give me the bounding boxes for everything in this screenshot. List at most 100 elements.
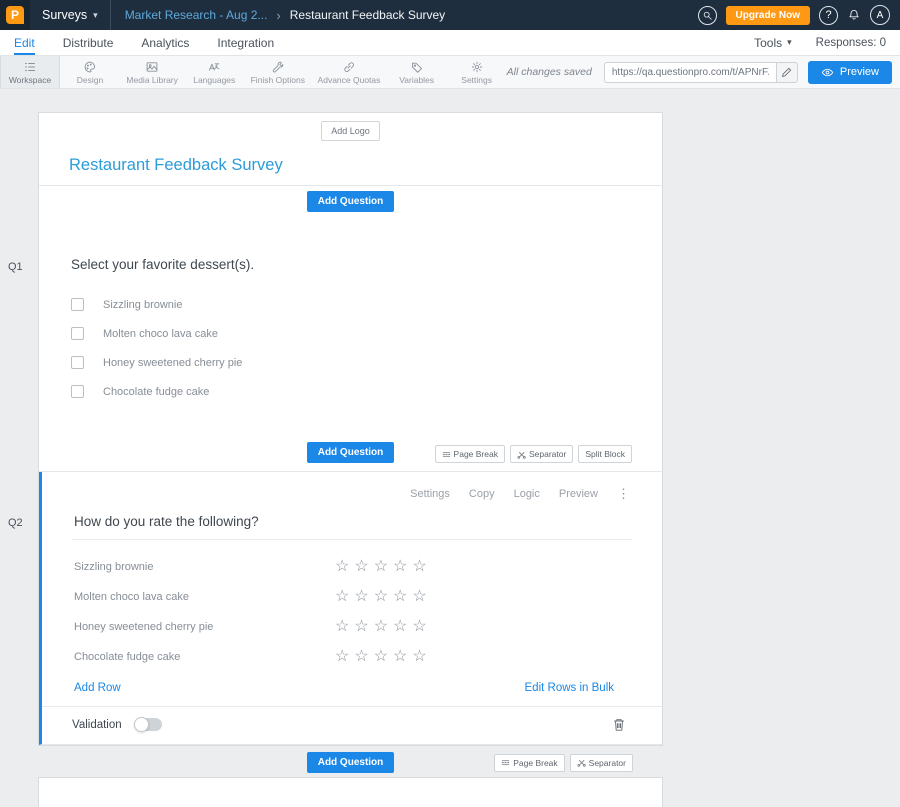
add-row-link[interactable]: Add Row [74,682,121,694]
star-icon[interactable]: ☆ [412,649,426,665]
delete-question-trash-icon[interactable] [612,717,626,732]
star-rating: ☆ ☆ ☆ ☆ ☆ [335,559,427,575]
star-icon[interactable]: ☆ [335,619,349,635]
surveys-label: Surveys [42,8,87,22]
star-icon[interactable]: ☆ [412,619,426,635]
question-preview-button[interactable]: Preview [559,488,598,500]
tab-integration[interactable]: Integration [217,30,274,55]
separator-icon [517,450,526,459]
checkbox-option[interactable]: Chocolate fudge cake [71,384,630,399]
questionpro-logo[interactable]: P [0,0,30,30]
validation-toggle[interactable] [135,718,162,731]
star-icon[interactable]: ☆ [335,649,349,665]
chevron-down-icon: ▾ [787,37,792,48]
option-label: Molten choco lava cake [103,328,218,340]
separator-button[interactable]: Separator [510,445,573,463]
page-break-icon [442,450,451,459]
q1-options: Sizzling brownie Molten choco lava cake … [39,297,662,399]
responses-count[interactable]: Responses: 0 [816,30,886,55]
rating-row: Honey sweetened cherry pie ☆☆☆☆☆ [72,612,632,642]
star-icon[interactable]: ☆ [335,559,349,575]
star-icon[interactable]: ☆ [354,589,368,605]
workspace-list-icon [23,59,37,74]
star-icon[interactable]: ☆ [374,619,388,635]
star-icon[interactable]: ☆ [354,559,368,575]
toolbar-item-design[interactable]: Design [60,56,120,88]
question-settings-button[interactable]: Settings [410,488,450,500]
edit-rows-in-bulk-link[interactable]: Edit Rows in Bulk [525,682,614,694]
checkbox[interactable] [71,298,84,311]
star-icon[interactable]: ☆ [374,589,388,605]
toolbar-item-languages[interactable]: Languages [184,56,244,88]
surveys-menu[interactable]: Surveys ▾ [30,0,111,30]
rating-row: Molten choco lava cake ☆☆☆☆☆ [72,582,632,612]
page-break-button[interactable]: Page Break [435,445,505,463]
separator-label: Separator [589,758,626,768]
tab-analytics[interactable]: Analytics [141,30,189,55]
star-rating: ☆ ☆ ☆ ☆ ☆ [335,589,427,605]
add-logo-button[interactable]: Add Logo [321,121,380,141]
checkbox[interactable] [71,385,84,398]
q2-question-text[interactable]: How do you rate the following? [72,514,632,540]
tab-distribute[interactable]: Distribute [63,30,114,55]
toolbar-item-advance-quotas[interactable]: Advance Quotas [311,56,386,88]
avatar[interactable]: A [870,5,890,25]
block-actions: Page Break Separator [494,754,633,772]
breadcrumb-chevron-icon: › [276,8,280,23]
star-icon[interactable]: ☆ [393,559,407,575]
star-icon[interactable]: ☆ [412,559,426,575]
upgrade-button[interactable]: Upgrade Now [726,6,810,25]
checkbox-option[interactable]: Honey sweetened cherry pie [71,355,630,370]
checkbox[interactable] [71,356,84,369]
star-icon[interactable]: ☆ [393,649,407,665]
more-options-icon[interactable]: ⋮ [617,486,630,502]
separator-button[interactable]: Separator [570,754,633,772]
help-icon[interactable]: ? [819,6,838,25]
question-logic-button[interactable]: Logic [514,488,540,500]
notifications-bell-icon[interactable] [847,8,861,22]
star-icon[interactable]: ☆ [393,619,407,635]
star-icon[interactable]: ☆ [354,619,368,635]
star-icon[interactable]: ☆ [335,589,349,605]
tab-label: Analytics [141,36,189,50]
add-question-button[interactable]: Add Question [307,752,395,773]
page-break-button[interactable]: Page Break [494,754,564,772]
add-question-button[interactable]: Add Question [307,442,395,463]
validation-row: Validation [42,706,662,744]
star-icon[interactable]: ☆ [393,589,407,605]
page-break-label: Page Break [454,449,498,459]
add-question-button[interactable]: Add Question [307,191,395,212]
page-break-label: Page Break [513,758,557,768]
tab-edit[interactable]: Edit [14,30,35,55]
toolbar-item-settings[interactable]: Settings [447,56,507,88]
toolbar-item-media-library[interactable]: Media Library [120,56,184,88]
star-icon[interactable]: ☆ [374,649,388,665]
toolbar-item-label: Advance Quotas [318,75,381,85]
checkbox-option[interactable]: Sizzling brownie [71,297,630,312]
question-number-q1: Q1 [8,261,23,273]
preview-button[interactable]: Preview [808,61,892,84]
star-icon[interactable]: ☆ [412,589,426,605]
edit-url-button[interactable] [776,62,798,83]
checkbox[interactable] [71,327,84,340]
advance-quotas-link-icon [342,59,356,74]
question-block-q1[interactable]: Select your favorite dessert(s). Sizzlin… [39,217,662,472]
question-action-menu: Settings Copy Logic Preview ⋮ [72,484,632,514]
toolbar-item-workspace[interactable]: Workspace [0,56,60,88]
toolbar-item-variables[interactable]: Variables [387,56,447,88]
split-block-button[interactable]: Split Block [578,445,632,463]
question-block-q2-selected[interactable]: Settings Copy Logic Preview ⋮ How do you… [39,472,662,745]
breadcrumb-folder[interactable]: Market Research - Aug 2... [125,8,268,22]
q1-question-text[interactable]: Select your favorite dessert(s). [71,257,630,272]
toolbar-item-finish-options[interactable]: Finish Options [244,56,311,88]
question-copy-button[interactable]: Copy [469,488,495,500]
search-icon[interactable] [698,6,717,25]
survey-title[interactable]: Restaurant Feedback Survey [39,141,662,175]
rating-row: Chocolate fudge cake ☆ ☆ ☆ ☆ ☆ [72,642,632,672]
rating-row-label: Chocolate fudge cake [72,651,335,663]
star-icon[interactable]: ☆ [354,649,368,665]
star-icon[interactable]: ☆ [374,559,388,575]
survey-url-input[interactable] [604,62,776,83]
checkbox-option[interactable]: Molten choco lava cake [71,326,630,341]
tools-menu[interactable]: Tools ▾ [754,30,792,55]
